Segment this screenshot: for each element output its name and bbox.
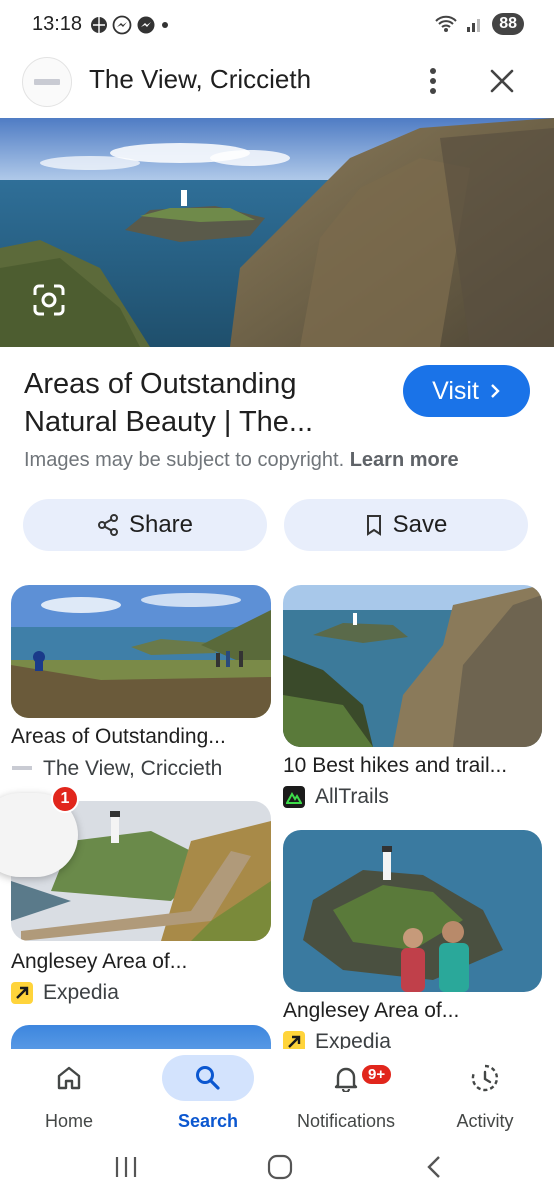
- system-navigation-bar: [0, 1140, 554, 1200]
- bell-icon: [334, 1067, 358, 1092]
- wifi-icon: [435, 15, 457, 32]
- nav-home[interactable]: Home: [9, 1049, 129, 1139]
- nav-activity-label: Activity: [456, 1111, 514, 1131]
- dot-icon: [162, 22, 168, 28]
- chevron-right-icon: [491, 384, 500, 398]
- nav-home-label: Home: [44, 1111, 93, 1131]
- back-icon[interactable]: [424, 1154, 444, 1180]
- status-time: 13:18: [32, 13, 83, 35]
- source-name: Expedia: [43, 981, 119, 1004]
- nav-notifications[interactable]: 9+ Notifications: [286, 1049, 406, 1139]
- visit-label: Visit: [432, 376, 479, 405]
- status-notification-icons: [90, 15, 170, 35]
- nav-search-label: Search: [177, 1111, 239, 1131]
- expedia-icon: [11, 982, 33, 1004]
- site-logo[interactable]: [22, 57, 72, 107]
- status-bar: 13:18 88: [0, 0, 554, 52]
- nav-activity[interactable]: Activity: [425, 1049, 545, 1139]
- copyright-text: Images may be subject to copyright.: [24, 449, 345, 471]
- learn-more-link[interactable]: Learn more: [350, 449, 459, 471]
- nav-notifications-label: Notifications: [296, 1111, 396, 1131]
- google-lens-icon[interactable]: [30, 281, 68, 319]
- related-image-4[interactable]: [283, 830, 542, 992]
- related-title-4[interactable]: Anglesey Area of...: [283, 999, 459, 1023]
- source-name: AllTrails: [315, 785, 389, 808]
- visit-button[interactable]: Visit: [403, 365, 530, 417]
- search-icon: [196, 1066, 220, 1090]
- related-image-2[interactable]: [283, 585, 542, 747]
- home-icon: [57, 1066, 81, 1090]
- messenger-icon-2: [137, 16, 155, 34]
- save-label: Save: [392, 511, 448, 538]
- globe-icon: [91, 17, 107, 33]
- share-label: Share: [128, 511, 194, 538]
- save-button[interactable]: Save: [284, 499, 528, 551]
- notifications-badge: 9+: [360, 1063, 394, 1086]
- site-favicon: [11, 758, 33, 780]
- bottom-navigation: Home Search 9+ Notifications Activity: [0, 1049, 554, 1139]
- alltrails-icon: [283, 786, 305, 808]
- recent-apps-icon[interactable]: [114, 1154, 138, 1180]
- related-title-3[interactable]: Anglesey Area of...: [11, 950, 187, 974]
- copyright-notice: Images may be subject to copyright. Lear…: [24, 449, 459, 472]
- related-title-1[interactable]: Areas of Outstanding...: [11, 725, 226, 749]
- bookmark-icon: [366, 515, 381, 536]
- page-title[interactable]: The View, Criccieth: [89, 64, 311, 95]
- result-header: The View, Criccieth: [0, 52, 554, 114]
- share-icon: [97, 514, 118, 536]
- activity-icon: [471, 1064, 499, 1092]
- related-source-3: Expedia: [11, 981, 119, 1005]
- chat-bubble-badge: 1: [51, 785, 79, 813]
- home-button-icon[interactable]: [267, 1154, 293, 1180]
- related-image-1[interactable]: [11, 585, 271, 718]
- source-name: The View, Criccieth: [43, 757, 223, 780]
- result-title[interactable]: Areas of Outstanding Natural Beauty | Th…: [24, 365, 374, 441]
- battery-indicator: 88: [492, 13, 524, 35]
- related-title-2[interactable]: 10 Best hikes and trail...: [283, 754, 507, 778]
- share-button[interactable]: Share: [23, 499, 267, 551]
- messenger-icon: [112, 15, 132, 35]
- hero-image[interactable]: [0, 118, 554, 347]
- more-options-icon[interactable]: [420, 66, 446, 96]
- close-icon[interactable]: [487, 66, 517, 96]
- nav-search[interactable]: Search: [148, 1049, 268, 1139]
- related-source-2: AllTrails: [283, 785, 389, 809]
- signal-icon: [467, 19, 481, 32]
- related-source-1: The View, Criccieth: [11, 757, 222, 781]
